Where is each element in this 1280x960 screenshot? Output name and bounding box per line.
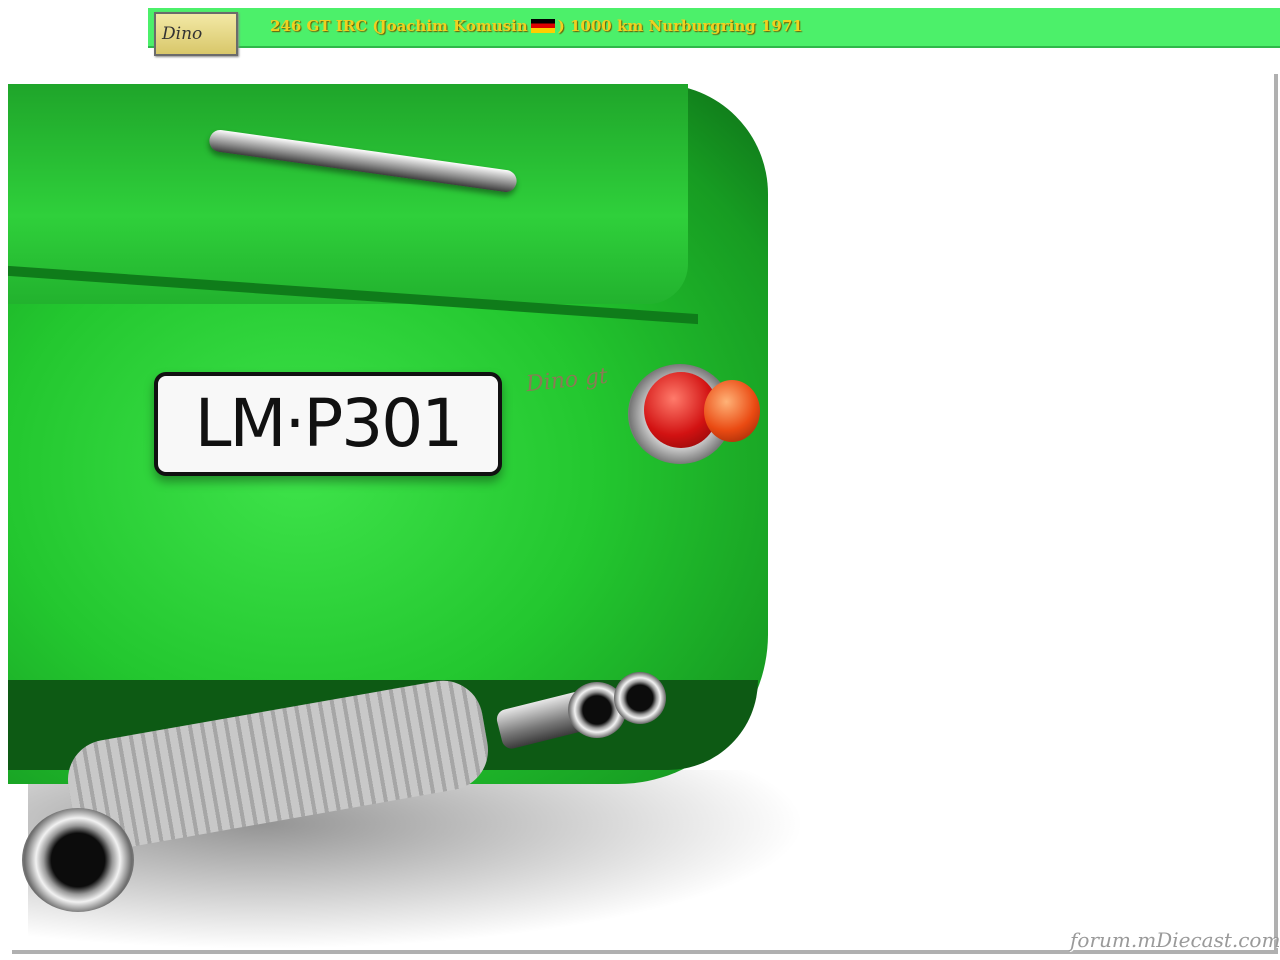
title-part2: ) 1000 km Nurburgring 1971 [557, 17, 803, 35]
engine-deck [8, 84, 688, 304]
taillight-amber [704, 380, 760, 442]
title-part1: 246 GT IRC (Joachim Komusin [270, 17, 528, 35]
license-plate: LM·P301 [154, 372, 502, 476]
dino-logo: Dino [154, 12, 238, 56]
german-flag-icon [530, 19, 555, 33]
car-photo: LM·P301 Dino gt [8, 70, 1274, 950]
exhaust-tip [22, 808, 134, 912]
page-title: 246 GT IRC (Joachim Komusin ) 1000 km Nur… [270, 17, 803, 35]
forum-watermark: forum.mDiecast.com [1070, 928, 1280, 952]
logo-text: Dino [162, 24, 203, 44]
exhaust-tip [614, 672, 666, 724]
